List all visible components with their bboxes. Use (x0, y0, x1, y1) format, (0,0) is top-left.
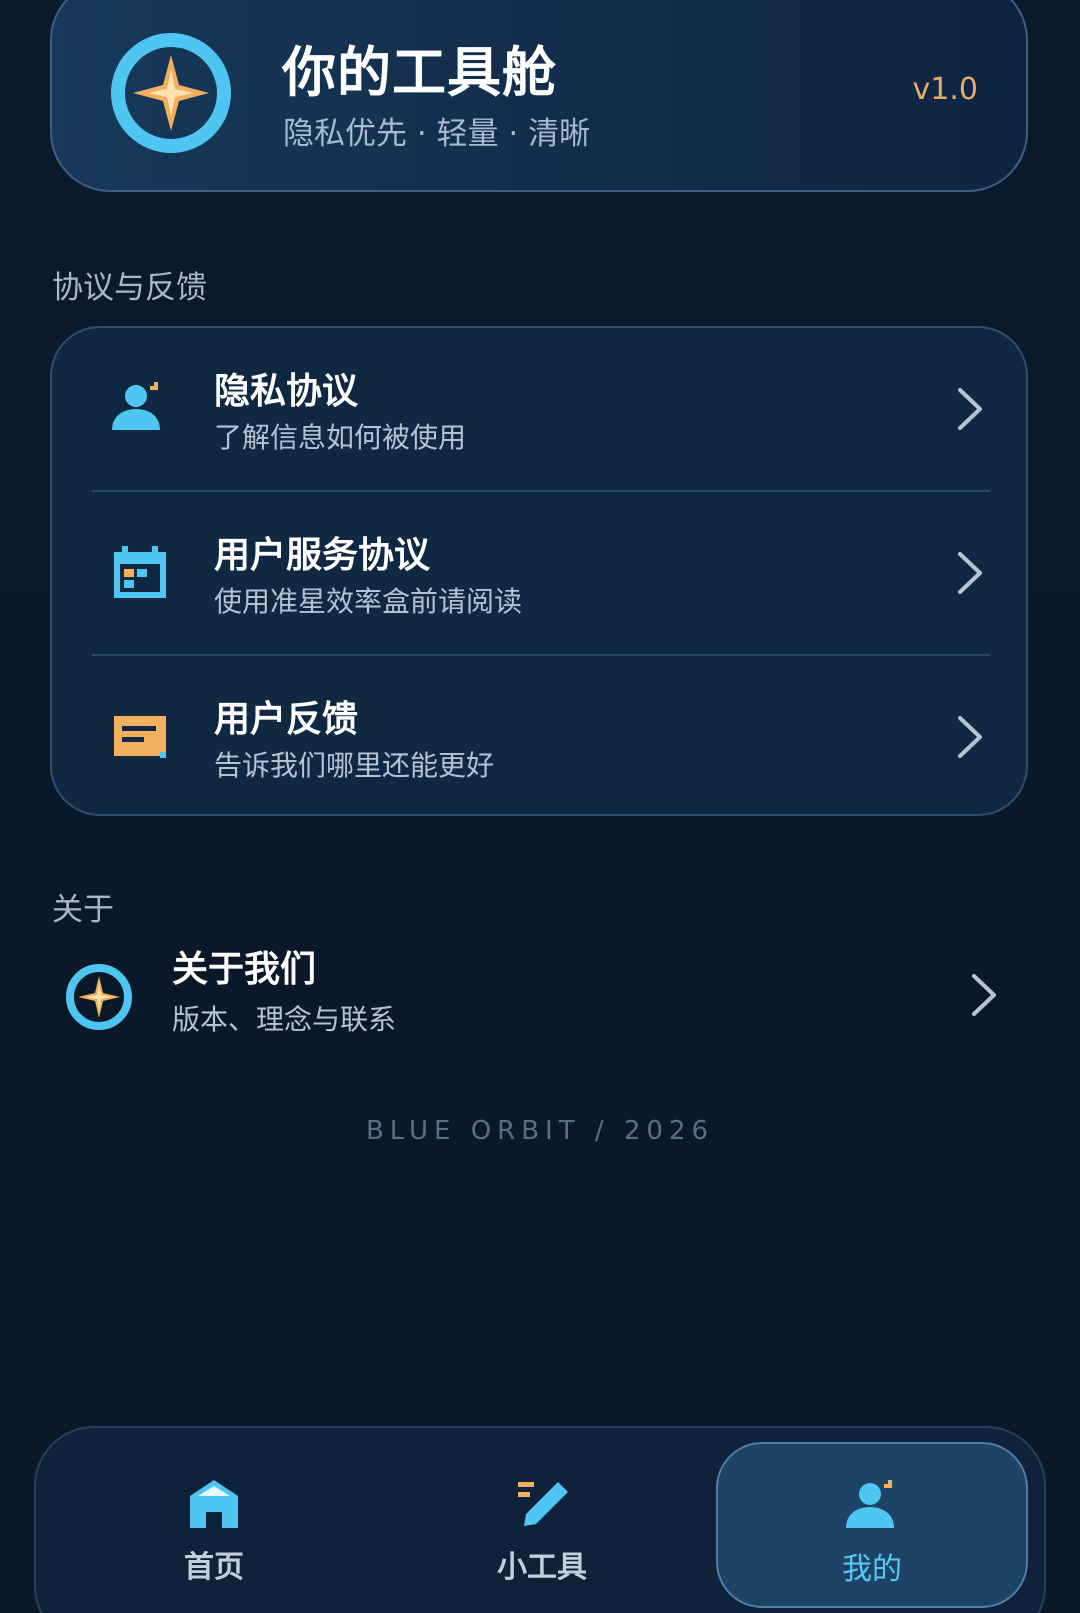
app-header-card: 你的工具舱 隐私优先 · 轻量 · 清晰 v1.0 (50, 0, 1028, 192)
nav-label-tools: 小工具 (497, 1550, 587, 1585)
privacy-policy-row[interactable]: 隐私协议 了解信息如何被使用 (52, 328, 1026, 490)
about-us-desc: 版本、理念与联系 (172, 1003, 397, 1036)
pencil-tools-icon (518, 1482, 568, 1526)
bottom-navigation: 首页 小工具 我的 (34, 1426, 1046, 1613)
compass-star-icon (66, 964, 132, 1030)
compass-star-icon (111, 33, 231, 153)
profile-page: 你的工具舱 隐私优先 · 轻量 · 清晰 v1.0 协议与反馈 隐私协议 了解信… (0, 0, 1080, 1613)
nav-tab-tools[interactable]: 小工具 (386, 1442, 698, 1608)
chevron-right-icon (972, 974, 996, 1016)
privacy-policy-title: 隐私协议 (214, 371, 359, 412)
footer-brand-mark: BLUE ORBIT / 2026 (365, 1116, 715, 1146)
section-label-agreements: 协议与反馈 (52, 270, 207, 306)
calendar-icon (114, 546, 166, 598)
nav-label-me: 我的 (842, 1552, 902, 1587)
service-agreement-row[interactable]: 用户服务协议 使用准星效率盒前请阅读 (52, 492, 1026, 654)
chevron-right-icon (958, 388, 982, 430)
nav-tab-home[interactable]: 首页 (58, 1442, 370, 1608)
home-icon (190, 1480, 238, 1528)
chevron-right-icon (958, 552, 982, 594)
section-label-about: 关于 (52, 892, 114, 928)
agreements-card: 隐私协议 了解信息如何被使用 用户服务协议 使用准星效率盒前请阅读 用户反馈 告… (50, 326, 1028, 816)
message-icon (114, 716, 166, 758)
service-agreement-title: 用户服务协议 (214, 535, 431, 576)
person-icon (846, 1480, 894, 1528)
app-subtitle: 隐私优先 · 轻量 · 清晰 (283, 116, 591, 152)
app-title: 你的工具舱 (282, 41, 557, 104)
about-us-row[interactable]: 关于我们 版本、理念与联系 (50, 940, 1028, 1050)
chevron-right-icon (958, 716, 982, 758)
version-badge: v1.0 (912, 72, 978, 107)
feedback-desc: 告诉我们哪里还能更好 (214, 749, 495, 782)
privacy-policy-desc: 了解信息如何被使用 (214, 421, 467, 454)
nav-tab-me[interactable]: 我的 (716, 1442, 1028, 1608)
service-agreement-desc: 使用准星效率盒前请阅读 (214, 585, 523, 618)
about-us-title: 关于我们 (172, 949, 317, 990)
feedback-row[interactable]: 用户反馈 告诉我们哪里还能更好 (52, 656, 1026, 818)
feedback-title: 用户反馈 (214, 699, 359, 740)
person-icon (112, 382, 160, 430)
nav-label-home: 首页 (184, 1550, 244, 1585)
